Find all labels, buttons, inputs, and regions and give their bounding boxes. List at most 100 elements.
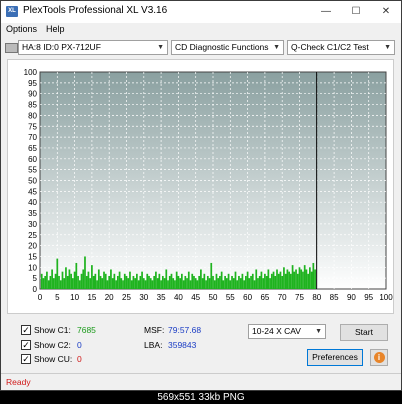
c1-bar <box>120 278 123 289</box>
c1-bar <box>184 275 187 289</box>
c1-bar <box>267 269 270 289</box>
c1-bar <box>110 269 112 289</box>
x-tick-label: 100 <box>379 293 393 302</box>
c1-bar <box>134 278 137 289</box>
c1-bar <box>276 269 278 289</box>
y-tick-label: 55 <box>28 166 37 175</box>
c1-bar <box>66 275 69 289</box>
c1-bar <box>160 280 162 289</box>
maximize-button[interactable]: ☐ <box>341 1 371 23</box>
c1-bar <box>161 275 164 289</box>
c1-bar <box>194 278 197 289</box>
c1-bar <box>224 275 226 289</box>
close-button[interactable]: ✕ <box>371 1 401 23</box>
c1-bar <box>288 271 290 289</box>
c1-bar <box>302 271 304 289</box>
speed-select[interactable]: 10-24 X CAV ▼ <box>248 324 326 339</box>
c1-bar <box>51 269 53 289</box>
c1-bar <box>61 271 64 289</box>
status-bar: Ready <box>1 373 401 392</box>
c1-bar <box>187 271 190 289</box>
x-tick-label: 10 <box>70 293 79 302</box>
x-tick-label: 60 <box>243 293 252 302</box>
c1-bar <box>312 262 315 289</box>
c1-bar <box>289 273 292 289</box>
c1-bar <box>310 271 313 289</box>
c1-bar <box>118 271 121 289</box>
menu-help[interactable]: Help <box>46 24 65 34</box>
c1-bar <box>101 278 104 289</box>
show-c1-checkbox[interactable]: ✓ <box>21 325 31 335</box>
menu-bar: Options Help <box>1 23 401 38</box>
minimize-button[interactable]: — <box>311 1 341 23</box>
start-button[interactable]: Start <box>340 324 388 341</box>
c1-bar <box>248 278 251 289</box>
c1-bar <box>265 275 268 289</box>
c1-bar <box>222 280 225 289</box>
c1-bar <box>229 280 232 289</box>
x-tick-label: 20 <box>105 293 114 302</box>
show-c2-checkbox[interactable]: ✓ <box>21 340 31 350</box>
c1-bar <box>63 278 66 289</box>
c1-bar <box>85 275 88 289</box>
c1-bar <box>94 273 97 289</box>
y-tick-label: 100 <box>24 68 38 77</box>
menu-options[interactable]: Options <box>6 24 37 34</box>
c1-bar <box>127 278 130 289</box>
y-tick-label: 25 <box>28 231 37 240</box>
y-tick-label: 70 <box>28 133 37 142</box>
c1-bar <box>258 275 261 289</box>
c1-bar <box>156 278 159 289</box>
show-c2-label: Show C2: <box>34 340 71 350</box>
drive-select[interactable]: HA:8 ID:0 PX-712UF ▼ <box>18 40 168 55</box>
c1-bar <box>279 271 282 289</box>
c1-bar <box>217 278 220 289</box>
title-bar: XL PlexTools Professional XL V3.16 — ☐ ✕ <box>1 1 401 23</box>
c1-bar <box>210 262 213 289</box>
c1-bar <box>172 278 175 289</box>
c1-bar <box>174 280 176 289</box>
c1-bar <box>193 275 195 289</box>
c1-bar <box>65 267 67 289</box>
chevron-down-icon: ▼ <box>384 44 391 51</box>
c1-bar <box>103 271 105 289</box>
c1-bar <box>296 273 299 289</box>
y-tick-label: 40 <box>28 198 37 207</box>
c1-bar <box>170 273 173 289</box>
c1-bar <box>255 269 258 289</box>
window-title: PlexTools Professional XL V3.16 <box>23 5 168 16</box>
c1-bar <box>137 280 140 289</box>
test-select[interactable]: Q-Check C1/C2 Test ▼ <box>287 40 395 55</box>
c1-bar <box>253 280 256 289</box>
c1-bar <box>219 275 221 289</box>
info-button[interactable]: i <box>370 349 388 366</box>
c1-bar <box>91 265 93 289</box>
c1-bar <box>227 273 230 289</box>
c1-bar <box>245 275 247 289</box>
msf-value: 79:57.68 <box>168 325 202 335</box>
c1-bar <box>111 278 114 289</box>
function-select[interactable]: CD Diagnostic Functions ▼ <box>171 40 284 55</box>
status-text: Ready <box>6 377 31 387</box>
c1-bar <box>97 269 100 289</box>
c1-bar <box>130 280 133 289</box>
x-tick-label: 75 <box>295 293 304 302</box>
c1-bar <box>238 275 240 289</box>
c1-bar <box>72 278 74 289</box>
c1-bar <box>123 273 126 289</box>
c1-bar <box>213 280 216 289</box>
show-cu-checkbox[interactable]: ✓ <box>21 354 31 364</box>
c1-bar <box>80 273 83 289</box>
c1-bar <box>136 273 138 289</box>
x-tick-label: 0 <box>38 293 43 302</box>
x-tick-label: 35 <box>157 293 166 302</box>
c1-bar <box>196 280 199 289</box>
y-tick-label: 80 <box>28 111 37 120</box>
c1-bar <box>286 269 289 289</box>
c1-bar <box>155 271 157 289</box>
c1-bar <box>82 269 85 289</box>
c1-bar <box>163 278 166 289</box>
c1-bar <box>146 273 149 289</box>
c1-bar <box>291 265 294 289</box>
preferences-button[interactable]: Preferences <box>307 349 363 366</box>
